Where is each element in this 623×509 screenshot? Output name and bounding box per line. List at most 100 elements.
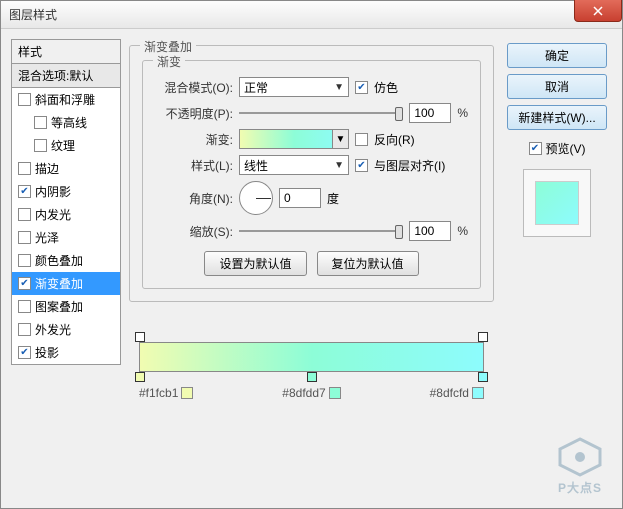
layer-style-dialog: 图层样式 样式 混合选项:默认 斜面和浮雕等高线纹理描边 ✔ 内阴影内发光光泽颜色叠… — [0, 0, 623, 509]
preview-box — [523, 169, 591, 237]
styles-panel: 样式 混合选项:默认 斜面和浮雕等高线纹理描边 ✔ 内阴影内发光光泽颜色叠加 ✔ 渐变叠… — [11, 39, 121, 498]
gradient-picker[interactable]: ▼ — [239, 129, 349, 149]
style-item-label: 投影 — [35, 344, 59, 361]
style-list: 斜面和浮雕等高线纹理描边 ✔ 内阴影内发光光泽颜色叠加 ✔ 渐变叠加图案叠加外发光 ✔ 投影 — [11, 87, 121, 365]
ok-button[interactable]: 确定 — [507, 43, 607, 68]
style-checkbox[interactable] — [18, 254, 31, 267]
reverse-checkbox[interactable] — [355, 133, 368, 146]
style-item-label: 颜色叠加 — [35, 252, 83, 269]
close-button[interactable] — [574, 0, 622, 22]
style-select[interactable]: 线性 ▼ — [239, 155, 349, 175]
stop-hex-label: #8dfdd7 — [282, 386, 340, 400]
dither-checkbox[interactable]: ✔ — [355, 81, 368, 94]
scale-slider[interactable] — [239, 221, 403, 241]
titlebar[interactable]: 图层样式 — [1, 1, 622, 29]
style-item[interactable]: ✔ 内阴影 — [12, 180, 120, 203]
color-swatch — [472, 387, 484, 399]
style-item-label: 等高线 — [51, 114, 87, 131]
color-stop[interactable] — [307, 372, 317, 382]
gradient-editor: #f1fcb1 #8dfdd7 #8dfcfd — [129, 342, 494, 400]
style-checkbox[interactable] — [18, 231, 31, 244]
style-item-label: 内发光 — [35, 206, 71, 223]
style-item-label: 内阴影 — [35, 183, 71, 200]
style-checkbox[interactable] — [18, 208, 31, 221]
color-stop[interactable] — [478, 372, 488, 382]
align-checkbox[interactable]: ✔ — [355, 159, 368, 172]
settings-panel: 渐变叠加 渐变 混合模式(O): 正常 ▼ ✔ 仿色 不透明度(P): — [129, 39, 494, 498]
angle-input[interactable] — [279, 188, 321, 208]
style-item[interactable]: 图案叠加 — [12, 295, 120, 318]
stop-labels: #f1fcb1 #8dfdd7 #8dfcfd — [139, 386, 484, 400]
scale-label: 缩放(S): — [155, 223, 233, 240]
style-item-label: 外发光 — [35, 321, 71, 338]
opacity-input[interactable] — [409, 103, 451, 123]
align-label: 与图层对齐(I) — [374, 157, 445, 174]
gradient-label: 渐变: — [155, 131, 233, 148]
gradient-group: 渐变 混合模式(O): 正常 ▼ ✔ 仿色 不透明度(P): — [142, 60, 481, 289]
gradient-overlay-group: 渐变叠加 渐变 混合模式(O): 正常 ▼ ✔ 仿色 不透明度(P): — [129, 45, 494, 302]
style-label: 样式(L): — [155, 157, 233, 174]
angle-unit: 度 — [327, 190, 339, 207]
style-item[interactable]: 内发光 — [12, 203, 120, 226]
style-checkbox[interactable] — [18, 162, 31, 175]
dither-label: 仿色 — [374, 79, 398, 96]
preview-label: 预览(V) — [546, 140, 586, 157]
gradient-bar[interactable] — [139, 342, 484, 372]
new-style-button[interactable]: 新建样式(W)... — [507, 105, 607, 130]
style-item-label: 纹理 — [51, 137, 75, 154]
blend-options-header[interactable]: 混合选项:默认 — [11, 63, 121, 87]
styles-header[interactable]: 样式 — [11, 39, 121, 63]
chevron-down-icon: ▼ — [334, 82, 344, 93]
style-item[interactable]: 斜面和浮雕 — [12, 88, 120, 111]
opacity-stop[interactable] — [478, 332, 488, 342]
watermark: P大点S — [556, 437, 604, 496]
style-checkbox[interactable] — [34, 139, 47, 152]
style-item[interactable]: ✔ 投影 — [12, 341, 120, 364]
color-swatch — [181, 387, 193, 399]
style-item[interactable]: 纹理 — [12, 134, 120, 157]
blend-mode-label: 混合模式(O): — [155, 79, 233, 96]
style-checkbox[interactable] — [34, 116, 47, 129]
group-title-inner: 渐变 — [153, 53, 185, 70]
style-item[interactable]: ✔ 渐变叠加 — [12, 272, 120, 295]
color-stop[interactable] — [135, 372, 145, 382]
opacity-stop[interactable] — [135, 332, 145, 342]
chevron-down-icon: ▼ — [332, 130, 348, 148]
opacity-slider[interactable] — [239, 103, 403, 123]
style-item[interactable]: 光泽 — [12, 226, 120, 249]
style-item[interactable]: 颜色叠加 — [12, 249, 120, 272]
scale-input[interactable] — [409, 221, 451, 241]
stop-hex-label: #8dfcfd — [430, 386, 484, 400]
style-checkbox[interactable] — [18, 93, 31, 106]
color-swatch — [329, 387, 341, 399]
action-panel: 确定 取消 新建样式(W)... ✔ 预览(V) — [502, 39, 612, 498]
style-checkbox[interactable]: ✔ — [18, 346, 31, 359]
stop-hex-label: #f1fcb1 — [139, 386, 193, 400]
preview-checkbox[interactable]: ✔ — [529, 142, 542, 155]
style-checkbox[interactable] — [18, 300, 31, 313]
style-item-label: 描边 — [35, 160, 59, 177]
style-item-label: 光泽 — [35, 229, 59, 246]
reverse-label: 反向(R) — [374, 131, 415, 148]
cancel-button[interactable]: 取消 — [507, 74, 607, 99]
angle-dial[interactable] — [239, 181, 273, 215]
chevron-down-icon: ▼ — [334, 160, 344, 171]
style-checkbox[interactable]: ✔ — [18, 185, 31, 198]
angle-label: 角度(N): — [155, 190, 233, 207]
style-item[interactable]: 外发光 — [12, 318, 120, 341]
style-item[interactable]: 描边 — [12, 157, 120, 180]
style-checkbox[interactable]: ✔ — [18, 277, 31, 290]
blend-mode-select[interactable]: 正常 ▼ — [239, 77, 349, 97]
style-checkbox[interactable] — [18, 323, 31, 336]
window-title: 图层样式 — [9, 6, 57, 23]
style-item-label: 图案叠加 — [35, 298, 83, 315]
style-item-label: 渐变叠加 — [35, 275, 83, 292]
set-default-button[interactable]: 设置为默认值 — [204, 251, 306, 276]
close-icon — [593, 6, 603, 16]
logo-icon — [556, 437, 604, 477]
preview-swatch — [535, 181, 579, 225]
style-item[interactable]: 等高线 — [12, 111, 120, 134]
style-item-label: 斜面和浮雕 — [35, 91, 95, 108]
reset-default-button[interactable]: 复位为默认值 — [317, 251, 419, 276]
opacity-label: 不透明度(P): — [155, 105, 233, 122]
